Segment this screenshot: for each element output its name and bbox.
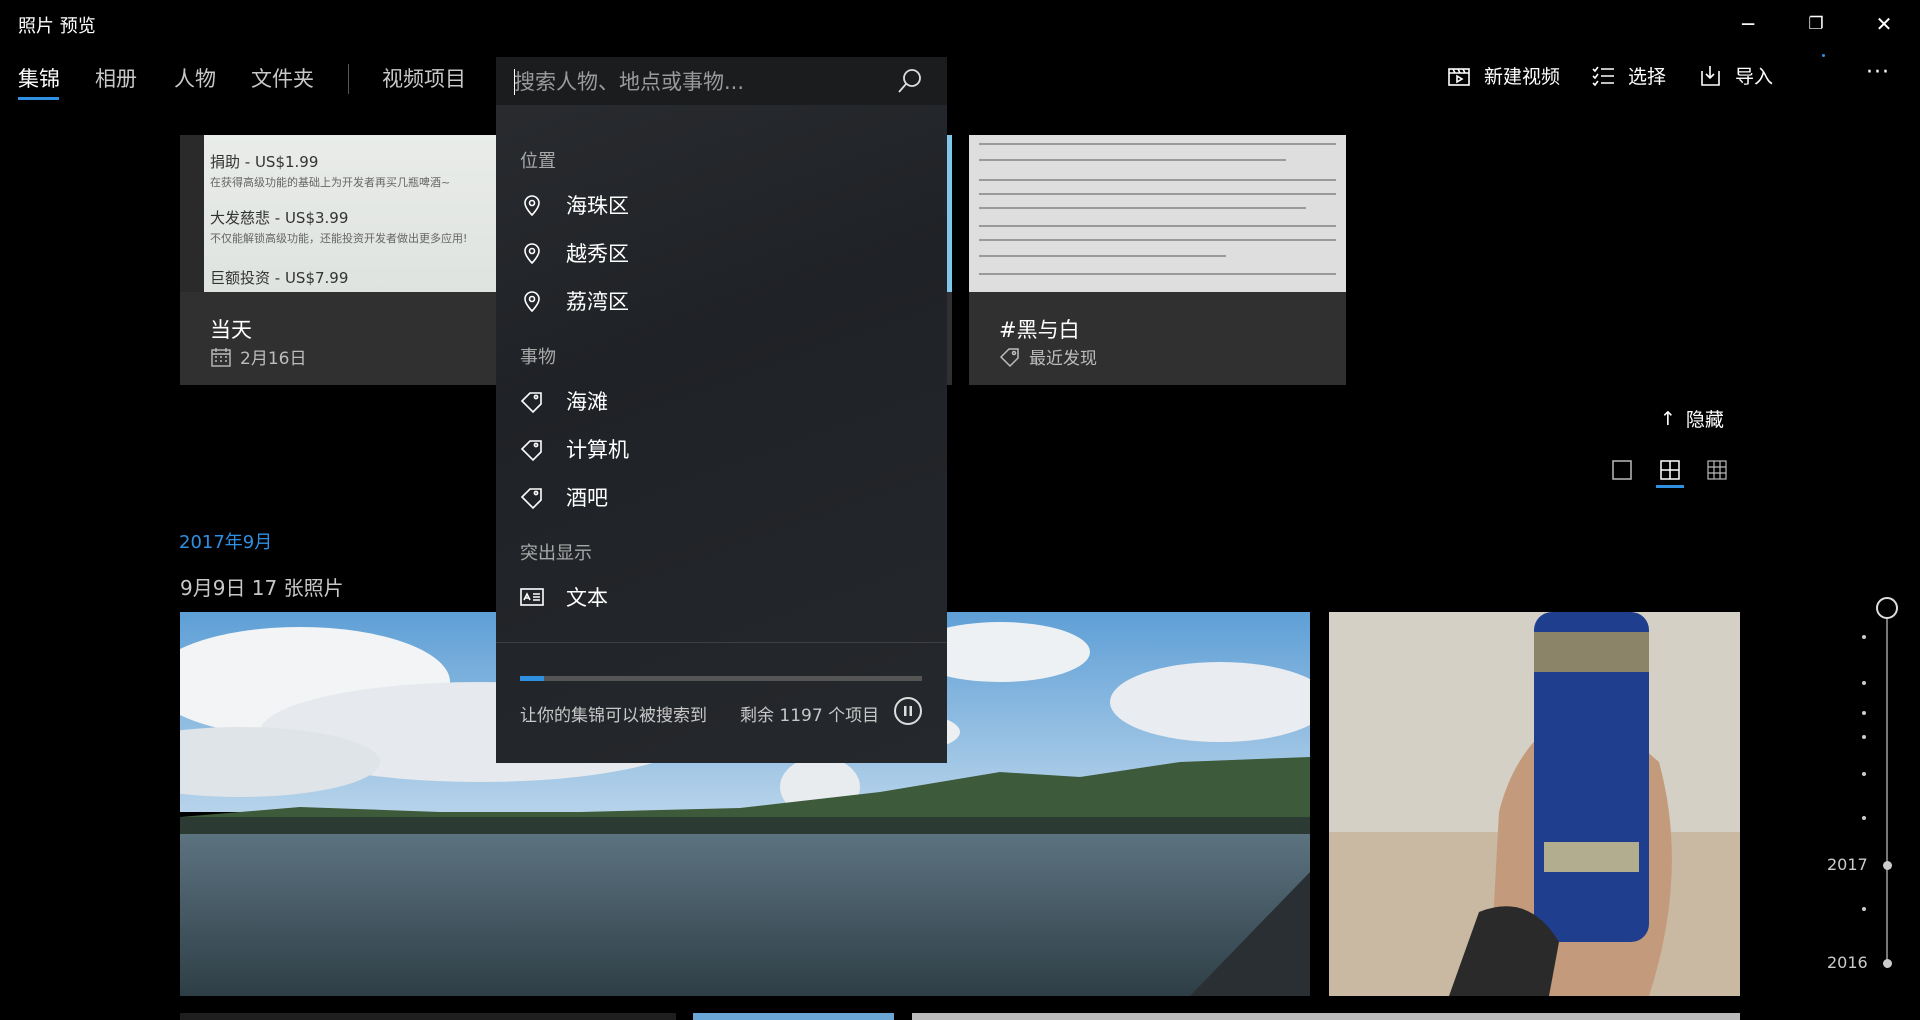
medium-grid-button[interactable] xyxy=(1655,455,1685,485)
search-suggestion-thing[interactable]: 海滩 xyxy=(520,381,940,421)
minimize-button[interactable]: ─ xyxy=(1714,0,1782,48)
timeline-scrubber-track[interactable] xyxy=(1886,608,1888,968)
month-heading[interactable]: 2017年9月 xyxy=(179,528,272,554)
import-label: 导入 xyxy=(1735,66,1774,88)
import-button[interactable]: 导入 xyxy=(1697,62,1773,89)
timeline-year-label[interactable]: 2017 xyxy=(1827,855,1868,874)
day-heading: 9月9日 17 张照片 xyxy=(180,576,344,600)
single-view-button[interactable] xyxy=(1607,455,1637,485)
single-view-icon xyxy=(1612,460,1632,480)
calendar-icon xyxy=(211,347,231,367)
tag-icon xyxy=(520,440,542,461)
indexing-progress-fill xyxy=(520,676,545,681)
timeline-year-dot xyxy=(1883,861,1892,870)
close-button[interactable]: ✕ xyxy=(1850,0,1918,48)
text-caret xyxy=(514,69,515,95)
location-pin-icon xyxy=(524,243,540,265)
timeline-dot xyxy=(1862,635,1866,639)
thumb-edge xyxy=(180,135,204,292)
timeline-dot xyxy=(1862,816,1866,820)
small-grid-icon xyxy=(1707,460,1727,480)
location-pin-icon xyxy=(524,291,540,313)
title-bar: 照片 预览 ─ ❐ ✕ xyxy=(0,0,1920,48)
arrow-up-icon: ↑ xyxy=(1660,407,1676,430)
photo-bottle[interactable] xyxy=(1329,612,1740,996)
search-input[interactable] xyxy=(514,67,884,97)
search-suggestion-location[interactable]: 海珠区 xyxy=(520,185,940,225)
indexing-status-text: 让你的集锦可以被搜索到 xyxy=(520,706,707,726)
more-options-button[interactable]: ··· xyxy=(1866,60,1890,85)
timeline-dot xyxy=(1862,711,1866,715)
card-subtitle: 最近发现 xyxy=(999,344,1097,369)
panel-divider xyxy=(496,642,947,643)
hide-label: 隐藏 xyxy=(1685,409,1724,431)
selected-view-indicator xyxy=(1656,485,1684,488)
select-list-icon xyxy=(1592,66,1614,86)
small-grid-button[interactable] xyxy=(1702,455,1732,485)
search-dropdown: 位置 海珠区 越秀区 荔湾区 事物 海滩 计算机 酒吧 突出显示 文本 让你的集… xyxy=(496,57,947,763)
next-row-photo xyxy=(180,1013,676,1020)
pause-indexing-button[interactable] xyxy=(894,697,922,725)
timeline-year-label[interactable]: 2016 xyxy=(1827,953,1868,972)
medium-grid-icon xyxy=(1660,460,1680,480)
new-video-label: 新建视频 xyxy=(1484,66,1561,88)
search-suggestion-thing[interactable]: 酒吧 xyxy=(520,477,940,517)
hide-collections-button[interactable]: ↑ 隐藏 xyxy=(1660,405,1724,432)
new-video-icon xyxy=(1448,67,1470,86)
search-icon[interactable] xyxy=(896,67,924,95)
card-title: 当天 xyxy=(210,318,252,342)
next-row-photo xyxy=(912,1013,1740,1020)
section-header-things: 事物 xyxy=(520,347,556,368)
receipt-row: 捐助 - US$1.99 在获得高级功能的基础上为开发者再买几瓶啤酒~ xyxy=(210,153,451,189)
select-button[interactable]: 选择 xyxy=(1590,62,1666,89)
new-video-button[interactable]: 新建视频 xyxy=(1446,62,1560,89)
select-label: 选择 xyxy=(1628,66,1667,88)
timeline-dot xyxy=(1862,772,1866,776)
search-box xyxy=(496,57,947,105)
receipt-row: 大发慈悲 - US$3.99 不仅能解锁高级功能，还能投资开发者做出更多应用! xyxy=(210,209,468,245)
next-row-photo xyxy=(693,1013,894,1020)
section-header-highlights: 突出显示 xyxy=(520,543,592,564)
tag-icon xyxy=(520,392,542,413)
app-title: 照片 预览 xyxy=(18,16,96,37)
section-header-locations: 位置 xyxy=(520,151,556,172)
timeline-knob[interactable] xyxy=(1876,597,1898,619)
tab-people[interactable]: 人物 xyxy=(174,63,216,93)
card-info: 当天 2月16日 xyxy=(180,292,498,385)
active-tab-indicator xyxy=(18,97,59,100)
timeline-dot xyxy=(1862,681,1866,685)
collection-card-on-this-day[interactable]: 捐助 - US$1.99 在获得高级功能的基础上为开发者再买几瓶啤酒~ 大发慈悲 … xyxy=(180,135,498,385)
tag-icon xyxy=(520,488,542,509)
import-icon xyxy=(1701,65,1720,86)
restore-button[interactable]: ❐ xyxy=(1782,0,1850,48)
card-title: #黑与白 xyxy=(999,318,1080,342)
card-thumbnail: 捐助 - US$1.99 在获得高级功能的基础上为开发者再买几瓶啤酒~ 大发慈悲 … xyxy=(180,135,498,292)
timeline-dot xyxy=(1862,907,1866,911)
indexing-progress-track xyxy=(520,676,922,681)
text-card-icon xyxy=(520,588,544,606)
notification-dot xyxy=(1822,54,1825,57)
indexing-remaining-text: 剩余 1197 个项目 xyxy=(740,706,880,726)
search-suggestion-location[interactable]: 荔湾区 xyxy=(520,281,940,321)
collection-card-black-and-white[interactable]: #黑与白 最近发现 xyxy=(969,135,1346,385)
location-pin-icon xyxy=(524,195,540,217)
pause-icon xyxy=(904,706,912,716)
tab-albums[interactable]: 相册 xyxy=(95,63,137,93)
card-thumbnail xyxy=(969,135,1346,292)
search-suggestion-location[interactable]: 越秀区 xyxy=(520,233,940,273)
search-suggestion-highlight[interactable]: 文本 xyxy=(520,577,940,617)
tab-video-projects[interactable]: 视频项目 xyxy=(382,63,466,93)
card-info: #黑与白 最近发现 xyxy=(969,292,1346,385)
nav-divider xyxy=(348,64,349,94)
timeline-dot xyxy=(1862,735,1866,739)
card-subtitle: 2月16日 xyxy=(210,344,306,369)
tab-folders[interactable]: 文件夹 xyxy=(251,63,314,93)
tab-collections[interactable]: 集锦 xyxy=(18,63,60,93)
search-suggestion-thing[interactable]: 计算机 xyxy=(520,429,940,469)
timeline-year-dot xyxy=(1883,959,1892,968)
tag-icon xyxy=(999,347,1019,367)
receipt-row: 巨额投资 - US$7.99 xyxy=(210,269,349,287)
